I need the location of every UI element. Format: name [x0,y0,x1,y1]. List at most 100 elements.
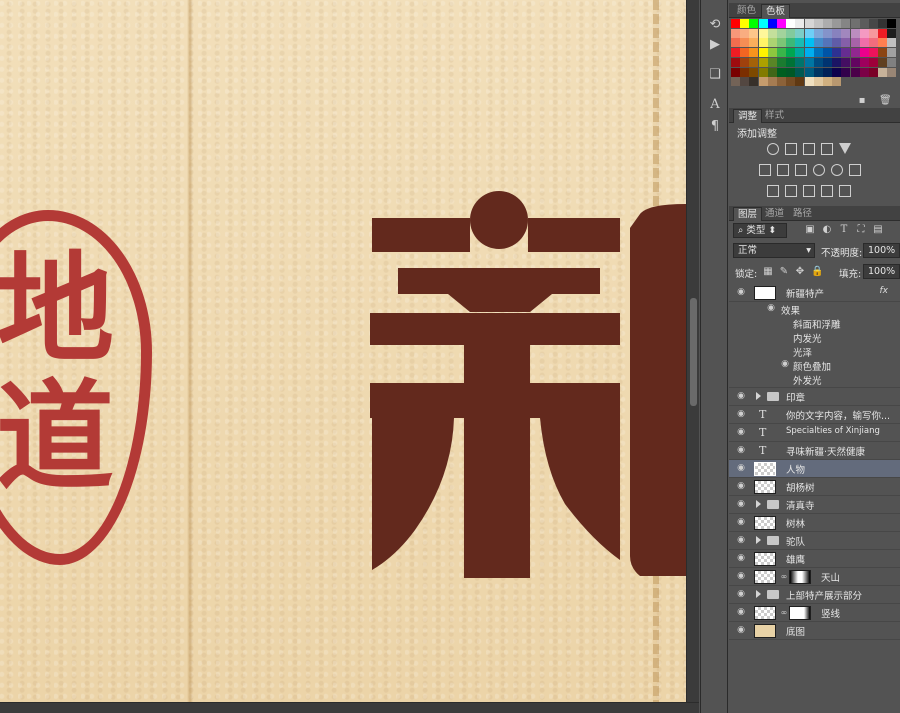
layer-row[interactable]: ◉ 雄鹰 [729,550,900,568]
swatch[interactable] [859,19,869,28]
swatch[interactable] [740,38,750,48]
swatch[interactable] [777,67,786,77]
swatch[interactable] [767,38,777,48]
swatch[interactable] [786,48,796,58]
tab-paths[interactable]: 路径 [789,207,816,221]
swatch[interactable] [731,77,740,87]
effect-row[interactable]: ◉ 颜色叠加 [729,358,900,373]
swatch[interactable] [767,57,777,67]
fx-icon[interactable]: fx [880,286,889,296]
swatch[interactable] [795,28,805,38]
swatch[interactable] [832,57,842,67]
effect-row[interactable]: 内发光 [729,330,900,345]
swatch[interactable] [887,48,897,58]
levels-icon[interactable] [785,143,797,155]
swatch[interactable] [850,38,860,48]
lock-move-icon[interactable]: ✥ [795,267,805,277]
swatch[interactable] [758,28,768,38]
swatch[interactable] [767,48,777,58]
swatch[interactable] [786,19,796,28]
swatch[interactable] [841,28,851,38]
layer-row[interactable]: ◉ T Specialties of Xinjiang [729,424,900,442]
swatch[interactable] [777,38,786,48]
swatch[interactable] [813,28,823,38]
swatch[interactable] [804,28,814,38]
swatch[interactable] [887,38,897,48]
visibility-eye-icon[interactable]: ◉ [735,607,747,618]
trash-icon[interactable]: 🗑 [879,96,892,106]
swatch[interactable] [795,67,805,77]
visibility-eye-icon[interactable]: ◉ [735,481,747,492]
swatch[interactable] [850,48,860,58]
swatch[interactable] [758,38,768,48]
balance-icon[interactable] [777,164,789,176]
layer-row-selected[interactable]: ◉ 人物 [729,460,900,478]
swatch[interactable] [841,48,851,58]
visibility-eye-icon[interactable]: ◉ [735,571,747,582]
bw-icon[interactable] [795,164,807,176]
swatch[interactable] [832,77,842,87]
swatch[interactable] [758,48,768,58]
swatch[interactable] [841,67,851,77]
photo-filter-icon[interactable] [813,164,825,176]
canvas-vertical-scrollbar[interactable] [686,0,699,702]
layer-row[interactable]: ◉ ∞ 竖线 [729,604,900,622]
swatch[interactable] [777,19,786,28]
swatch[interactable] [823,19,832,28]
layer-row[interactable]: ◉ T 寻味新疆·天然健康 [729,442,900,460]
link-icon[interactable]: ∞ [779,572,789,582]
exposure-icon[interactable] [821,143,833,155]
swatch[interactable] [878,67,888,77]
color-lookup-icon[interactable] [849,164,861,176]
swatch[interactable] [813,57,823,67]
vibrance-icon[interactable] [839,143,851,154]
swatch[interactable] [832,38,842,48]
layer-row[interactable]: ◉ 树林 [729,514,900,532]
effect-row[interactable]: 斜面和浮雕 [729,316,900,331]
swatch[interactable] [740,48,750,58]
swatch[interactable] [758,77,768,87]
swatch[interactable] [841,38,851,48]
swatch[interactable] [869,28,878,38]
visibility-eye-icon[interactable]: ◉ [735,553,747,564]
posterize-icon[interactable] [785,185,797,197]
swatch[interactable] [878,19,888,28]
effects-eye-icon[interactable]: ◉ [765,303,777,314]
swatch[interactable] [749,38,759,48]
link-icon[interactable]: ∞ [779,608,789,618]
swatch[interactable] [804,38,814,48]
swatch[interactable] [887,67,897,77]
scroll-thumb[interactable] [690,298,697,406]
lock-paint-icon[interactable]: ✎ [779,267,789,277]
layer-row[interactable]: ◉ T 你的文字内容，输写你... [729,406,900,424]
gradient-map-icon[interactable] [839,185,851,197]
filter-smart-icon[interactable]: ▤ [873,225,883,235]
swatch[interactable] [869,67,878,77]
swatch[interactable] [777,77,786,87]
swatch[interactable] [767,67,777,77]
swatch[interactable] [878,57,888,67]
visibility-eye-icon[interactable]: ◉ [735,589,747,600]
swatch[interactable] [749,67,759,77]
swatch[interactable] [749,28,759,38]
effect-eye-icon[interactable]: ◉ [779,359,791,370]
swatch[interactable] [887,57,897,67]
swatch[interactable] [823,57,832,67]
filter-type-icon[interactable]: T [839,225,849,235]
layer-row[interactable]: ◉ 驼队 [729,532,900,550]
swatch[interactable] [786,38,796,48]
tab-channels[interactable]: 通道 [761,207,788,221]
swatch[interactable] [813,77,823,87]
visibility-eye-icon[interactable]: ◉ [735,535,747,546]
swatch[interactable] [740,28,750,38]
new-swatch-icon[interactable]: ▪ [857,96,867,106]
expand-arrow-icon[interactable] [756,536,761,544]
swatch[interactable] [850,28,860,38]
swatch[interactable] [878,38,888,48]
hue-icon[interactable] [759,164,771,176]
lock-transparent-icon[interactable]: ▦ [763,267,773,277]
swatch[interactable] [804,77,814,87]
visibility-eye-icon[interactable]: ◉ [735,409,747,420]
swatch[interactable] [777,57,786,67]
canvas-horizontal-scrollbar[interactable] [0,702,699,713]
